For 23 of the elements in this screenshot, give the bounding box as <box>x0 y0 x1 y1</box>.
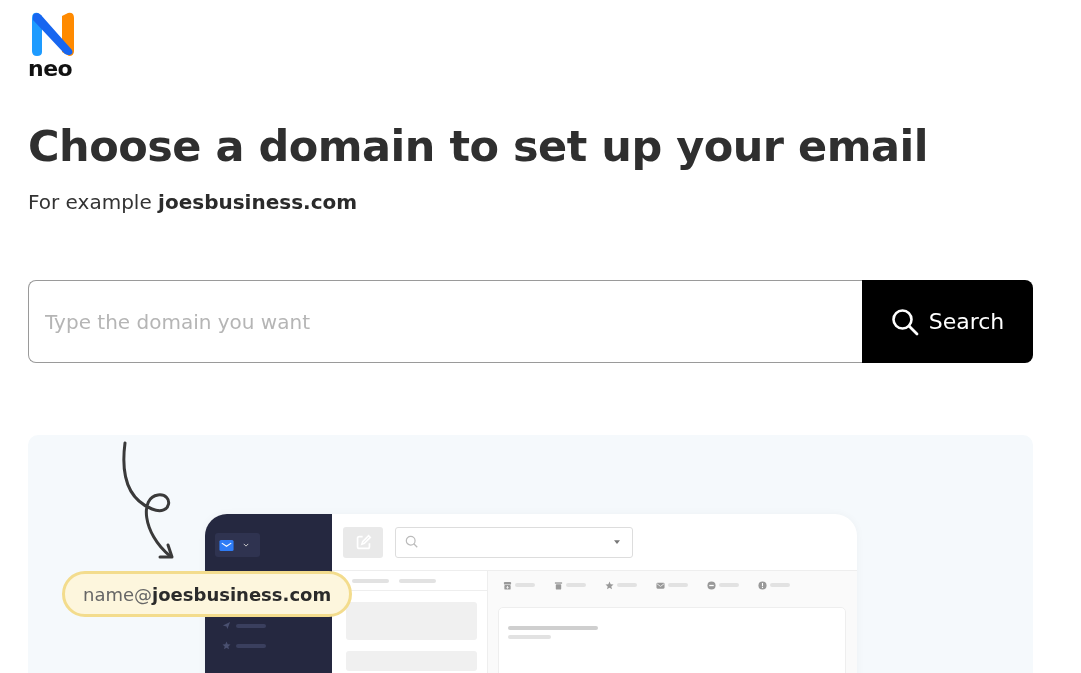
placeholder-line <box>352 578 389 583</box>
domain-input[interactable]: Type the domain you want <box>28 280 862 363</box>
star-icon <box>605 580 614 590</box>
page-heading: Choose a domain to set up your email <box>28 120 929 173</box>
minus-circle-icon <box>707 580 716 590</box>
chevron-icon <box>243 543 249 547</box>
search-icon <box>405 535 419 549</box>
search-button[interactable]: Search <box>862 280 1033 363</box>
mail-icon <box>219 539 234 551</box>
archive-icon <box>503 580 512 590</box>
trash-icon <box>554 580 563 590</box>
placeholder-line <box>399 578 436 583</box>
logo-text: neo <box>28 56 73 82</box>
star-icon <box>222 641 231 650</box>
placeholder-line <box>236 643 266 648</box>
placeholder-line <box>236 623 266 628</box>
send-icon <box>222 621 231 630</box>
envelope-icon <box>656 580 665 590</box>
caret-icon <box>614 540 620 544</box>
subtitle-text: For example joesbusiness.com <box>28 189 359 216</box>
email-address-badge: name@joesbusiness.com <box>62 571 353 617</box>
search-icon <box>890 307 919 336</box>
exclamation-icon <box>758 580 767 590</box>
